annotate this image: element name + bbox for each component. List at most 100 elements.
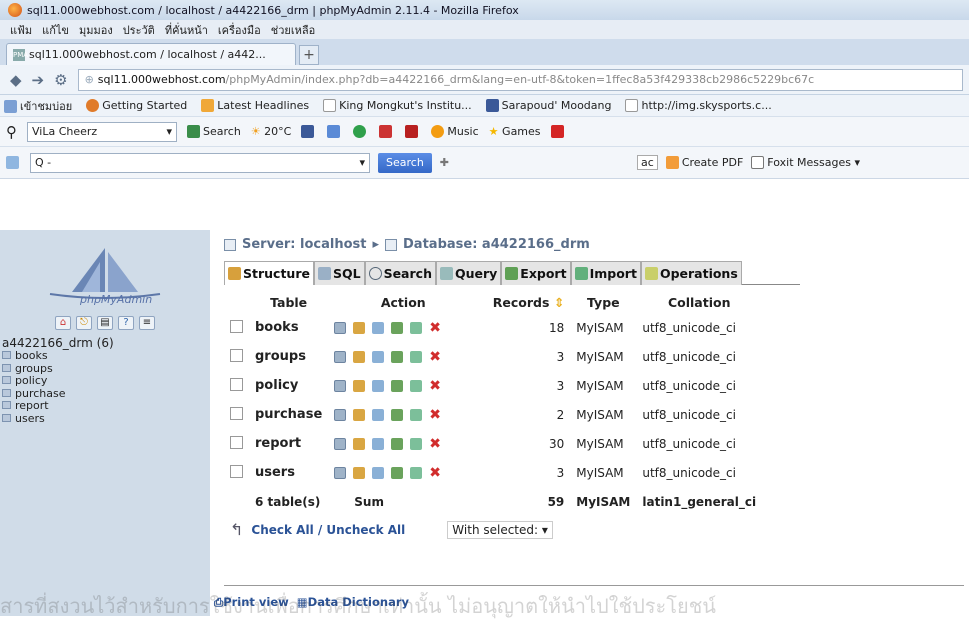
- empty-icon[interactable]: [410, 437, 423, 450]
- browse-icon[interactable]: [334, 466, 347, 479]
- tab-sql[interactable]: SQL: [313, 261, 365, 285]
- toolbar-search-submit[interactable]: Search: [378, 152, 432, 173]
- database-name-link[interactable]: a4422166_drm (6): [0, 336, 210, 350]
- structure-icon[interactable]: [353, 321, 366, 334]
- browse-icon[interactable]: [334, 408, 347, 421]
- data-dictionary-link[interactable]: ▦Data Dictionary: [297, 595, 409, 610]
- structure-icon[interactable]: [353, 437, 366, 450]
- tab-export[interactable]: Export: [501, 261, 571, 285]
- empty-icon[interactable]: [410, 321, 423, 334]
- menu-history[interactable]: ประวัติ: [123, 21, 155, 39]
- structure-icon[interactable]: [353, 408, 366, 421]
- insert-icon[interactable]: [391, 466, 404, 479]
- insert-icon[interactable]: [391, 437, 404, 450]
- row-checkbox[interactable]: [230, 435, 243, 449]
- with-selected-select[interactable]: With selected: ▾: [447, 520, 553, 539]
- insert-icon[interactable]: [391, 379, 404, 392]
- bookmark-latest-headlines[interactable]: Latest Headlines: [201, 99, 309, 113]
- forward-icon[interactable]: ➔: [32, 71, 45, 89]
- row-table-name[interactable]: books: [249, 313, 328, 342]
- ac-field[interactable]: ac: [637, 155, 658, 170]
- search-icon[interactable]: [372, 350, 385, 363]
- plus-icon[interactable]: ✚: [440, 156, 449, 169]
- structure-icon[interactable]: [353, 350, 366, 363]
- toolbar-combo[interactable]: ViLa Cheerz ▾: [27, 121, 177, 142]
- drop-icon[interactable]: ✖: [429, 407, 441, 423]
- menu-bookmarks[interactable]: ที่คั่นหน้า: [165, 21, 208, 39]
- search-icon[interactable]: [372, 437, 385, 450]
- bookmark-most-visited[interactable]: เข้าชมบ่อย: [4, 97, 72, 115]
- col-collation[interactable]: Collation: [636, 291, 762, 313]
- url-bar[interactable]: ⊕ sql11.000webhost.com/phpMyAdmin/index.…: [77, 68, 963, 91]
- browse-icon[interactable]: [334, 350, 347, 363]
- insert-icon[interactable]: [391, 350, 404, 363]
- home-icon[interactable]: ⌂: [55, 316, 71, 330]
- music-button[interactable]: Music: [431, 125, 479, 139]
- video-icon[interactable]: [379, 125, 393, 138]
- toolbar-search-input[interactable]: Q - ▾: [30, 152, 370, 173]
- row-checkbox[interactable]: [230, 464, 243, 478]
- help-icon[interactable]: ?: [118, 316, 134, 330]
- games-button[interactable]: ★ Games: [489, 125, 541, 138]
- phpmyadmin-logo[interactable]: phpMyAdmin: [30, 246, 180, 306]
- toolbar-search-button[interactable]: Search: [187, 125, 241, 139]
- menu-view[interactable]: มุมมอง: [79, 21, 113, 39]
- drop-icon[interactable]: ✖: [429, 320, 441, 336]
- tab-search[interactable]: Search: [364, 261, 436, 285]
- left-table-item[interactable]: users: [2, 412, 210, 426]
- tab-structure[interactable]: Structure: [224, 261, 314, 285]
- bookmark-skysports[interactable]: http://img.skysports.c...: [625, 99, 772, 113]
- exit-icon[interactable]: ⎋: [76, 316, 92, 330]
- home-icon[interactable]: ⚙: [54, 71, 67, 89]
- row-checkbox[interactable]: [230, 348, 243, 362]
- drop-icon[interactable]: ✖: [429, 378, 441, 394]
- browse-icon[interactable]: [334, 437, 347, 450]
- browse-icon[interactable]: [334, 379, 347, 392]
- weather-widget[interactable]: ☀ 20°C: [251, 125, 292, 138]
- menu-edit[interactable]: แก้ไข: [42, 21, 69, 39]
- empty-icon[interactable]: [410, 408, 423, 421]
- row-table-name[interactable]: policy: [249, 371, 328, 400]
- query-window-icon[interactable]: ▤: [97, 316, 113, 330]
- col-records[interactable]: Records ⇕: [478, 291, 570, 313]
- create-pdf-button[interactable]: Create PDF: [665, 156, 743, 170]
- col-table[interactable]: Table: [249, 291, 328, 313]
- facebook-icon[interactable]: [301, 125, 315, 138]
- col-type[interactable]: Type: [570, 291, 636, 313]
- structure-icon[interactable]: [353, 379, 366, 392]
- search-icon[interactable]: [372, 466, 385, 479]
- tab-import[interactable]: Import: [570, 261, 641, 285]
- bookmark-sarapoud[interactable]: Sarapoud' Moodang: [485, 99, 611, 113]
- toolbar-logo-icon[interactable]: [6, 156, 19, 169]
- row-table-name[interactable]: groups: [249, 342, 328, 371]
- bookmark-getting-started[interactable]: Getting Started: [86, 99, 187, 113]
- counter-icon[interactable]: [405, 125, 419, 138]
- new-tab-button[interactable]: +: [299, 45, 319, 65]
- browse-icon[interactable]: [334, 321, 347, 334]
- breadcrumb-server[interactable]: Server: localhost: [242, 237, 366, 252]
- row-table-name[interactable]: report: [249, 429, 328, 458]
- search-icon[interactable]: ⚲: [6, 123, 17, 141]
- structure-icon[interactable]: [353, 466, 366, 479]
- row-checkbox[interactable]: [230, 377, 243, 391]
- drop-icon[interactable]: ✖: [429, 436, 441, 452]
- drop-icon[interactable]: ✖: [429, 349, 441, 365]
- tab-operations[interactable]: Operations: [640, 261, 742, 285]
- search-icon[interactable]: [372, 408, 385, 421]
- tab-query[interactable]: Query: [435, 261, 502, 285]
- mail-icon[interactable]: [327, 125, 341, 138]
- search-icon[interactable]: [372, 321, 385, 334]
- empty-icon[interactable]: [410, 350, 423, 363]
- search-icon[interactable]: [372, 379, 385, 392]
- print-view-link[interactable]: ⎙Print view: [214, 595, 289, 610]
- menu-tools[interactable]: เครื่องมือ: [218, 21, 261, 39]
- browser-tab[interactable]: PMA sql11.000webhost.com / localhost / a…: [6, 43, 296, 65]
- sql-docs-icon[interactable]: ≡: [139, 316, 155, 330]
- insert-icon[interactable]: [391, 321, 404, 334]
- empty-icon[interactable]: [410, 466, 423, 479]
- back-icon[interactable]: ◆: [10, 71, 22, 89]
- row-checkbox[interactable]: [230, 319, 243, 333]
- gift-icon[interactable]: [550, 125, 564, 138]
- empty-icon[interactable]: [410, 379, 423, 392]
- menu-help[interactable]: ช่วยเหลือ: [271, 21, 315, 39]
